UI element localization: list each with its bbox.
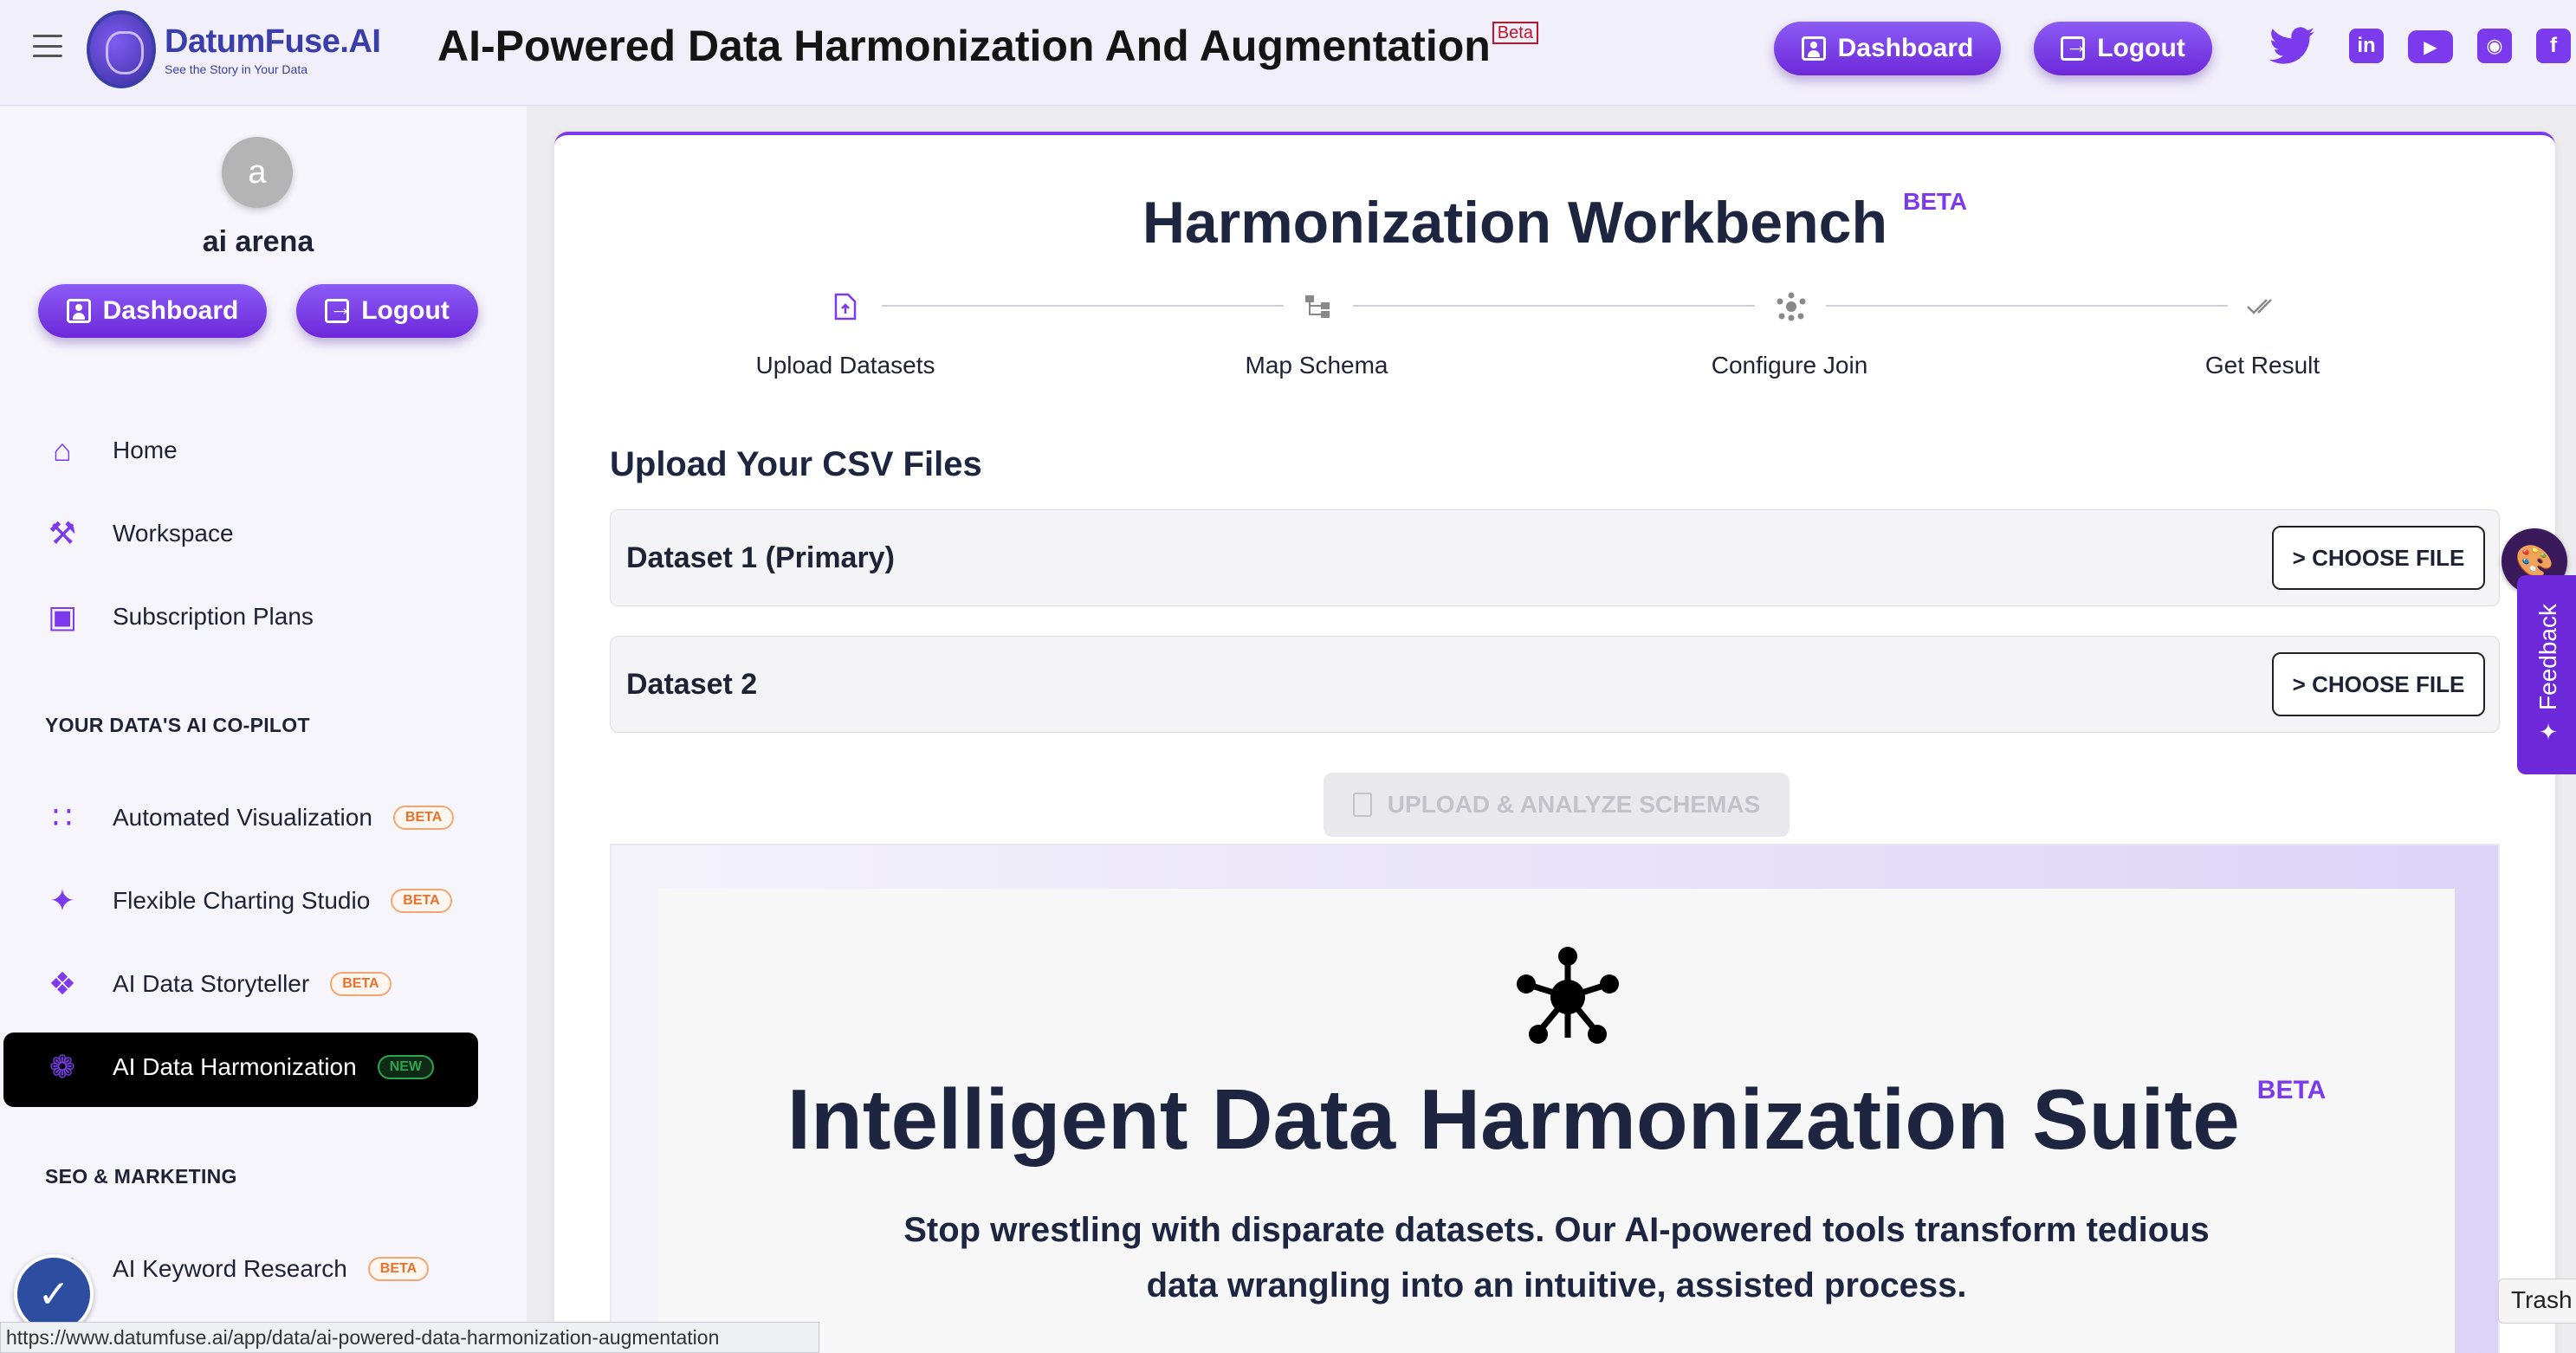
sidebar-item-label: Automated Visualization (113, 804, 372, 831)
tools-icon: ⚒ (48, 515, 77, 551)
trash-tooltip: Trash (2498, 1279, 2576, 1324)
dataset-1-choose-file-button[interactable]: > CHOOSE FILE (2272, 526, 2485, 590)
section-label-seo: SEO & MARKETING (45, 1165, 237, 1188)
dashboard-user-icon (66, 299, 91, 323)
avatar[interactable]: a (222, 137, 293, 208)
sidebar-item-label: Home (113, 437, 178, 463)
sidebar-logout-label: Logout (361, 296, 450, 325)
sidebar-item-ai-data-harmonization[interactable]: ❁ AI Data Harmonization NEW (42, 1046, 435, 1088)
user-name: ai arena (202, 225, 314, 258)
sidebar-item-label: Flexible Charting Studio (113, 887, 371, 914)
header-logout-label: Logout (2097, 34, 2185, 62)
sidebar-item-home[interactable]: ⌂ Home (42, 430, 178, 471)
facebook-icon[interactable]: f (2536, 29, 2571, 63)
sidebar-item-label: Subscription Plans (113, 603, 314, 630)
sidebar-item-subscription-plans[interactable]: ▣ Subscription Plans (42, 596, 314, 638)
sidebar-dashboard-label: Dashboard (102, 296, 239, 325)
upload-analyze-button[interactable]: UPLOAD & ANALYZE SCHEMAS (1324, 773, 1790, 837)
status-url: https://www.datumfuse.ai/app/data/ai-pow… (0, 1322, 819, 1353)
stepper-connector (1826, 305, 2228, 307)
sidebar-item-automated-visualization[interactable]: ∷ Automated Visualization BETA (42, 797, 455, 838)
hamburger-menu-icon[interactable] (33, 35, 62, 57)
brain-logo-icon (87, 10, 156, 88)
sidebar-logout-button[interactable]: Logout (296, 284, 478, 338)
magic-wand-icon: ✦ (49, 883, 76, 918)
hero-beta-badge: BETA (2256, 1076, 2327, 1104)
sidebar-item-workspace[interactable]: ⚒ Workspace (42, 513, 234, 554)
hub-icon (1514, 946, 1621, 1048)
hero-title-text: Intelligent Data Harmonization Suite (786, 1071, 2240, 1167)
stepper-connector (882, 305, 1284, 307)
sidebar-dashboard-button[interactable]: Dashboard (38, 284, 267, 338)
title-beta-badge: Beta (1492, 22, 1538, 44)
logout-icon (325, 295, 352, 323)
step-configure-join[interactable]: Configure Join (1634, 352, 1945, 379)
monitor-icon: ▣ (47, 599, 77, 634)
dataset-1-row: Dataset 1 (Primary) > CHOOSE FILE (610, 509, 2500, 606)
header-dashboard-button[interactable]: Dashboard (1774, 22, 2001, 75)
new-badge: NEW (377, 1055, 435, 1079)
workbench-title-text: Harmonization Workbench (1142, 190, 1887, 256)
dataset-2-label: Dataset 2 (626, 668, 758, 701)
beta-badge: BETA (391, 889, 452, 913)
brand-logo[interactable]: DatumFuse.AI See the Story in Your Data (87, 10, 381, 88)
sidebar-item-ai-data-storyteller[interactable]: ❖ AI Data Storyteller BETA (42, 963, 392, 1005)
hero-panel: Intelligent Data Harmonization Suite BETA… (658, 889, 2455, 1353)
upload-file-icon[interactable] (828, 289, 863, 324)
header-dashboard-label: Dashboard (1837, 34, 1974, 62)
harmonization-workbench-card: Harmonization Workbench BETA Upload Datas… (554, 132, 2555, 1353)
linkedin-icon[interactable]: in (2349, 29, 2384, 63)
sidebar-item-flexible-charting-studio[interactable]: ✦ Flexible Charting Studio BETA (42, 880, 452, 922)
hub-icon[interactable] (1774, 289, 1809, 324)
sparkle-icon: ✦ (2539, 718, 2558, 745)
sidebar-item-label: Workspace (113, 520, 234, 547)
step-map-schema[interactable]: Map Schema (1161, 352, 1472, 379)
hero-section: Intelligent Data Harmonization Suite BETA… (610, 844, 2500, 1353)
feedback-tab[interactable]: Feedback ✦ (2517, 575, 2576, 774)
dataset-2-choose-file-button[interactable]: > CHOOSE FILE (2272, 652, 2485, 716)
feedback-label: Feedback (2534, 604, 2561, 710)
hero-subtitle: Stop wrestling with disparate datasets. … (903, 1211, 2210, 1304)
scatter-icon: ∷ (52, 800, 73, 835)
step-upload-datasets[interactable]: Upload Datasets (689, 352, 1001, 379)
upload-heading: Upload Your CSV Files (610, 445, 982, 483)
book-icon: ❖ (48, 966, 77, 1001)
beta-badge: BETA (367, 1257, 430, 1281)
top-header: DatumFuse.AI See the Story in Your Data … (0, 0, 2576, 106)
twitter-icon[interactable] (2269, 26, 2314, 66)
schema-icon[interactable] (1301, 289, 1336, 324)
upload-file-icon (1352, 793, 1372, 817)
hero-title: Intelligent Data Harmonization Suite BETA (658, 1071, 2455, 1168)
workbench-beta-badge: BETA (1903, 188, 1968, 215)
stepper-connector (1353, 305, 1755, 307)
dashboard-user-icon (1801, 36, 1826, 61)
page-title-text: AI-Powered Data Harmonization And Augmen… (437, 22, 1491, 70)
sidebar-item-ai-keyword-research[interactable]: ⚿ AI Keyword Research BETA (42, 1248, 430, 1290)
brand-tagline: See the Story in Your Data (165, 62, 307, 76)
sidebar-item-label: AI Data Harmonization (113, 1053, 357, 1080)
brand-name: DatumFuse.AI (165, 23, 381, 60)
dataset-1-label: Dataset 1 (Primary) (626, 541, 895, 574)
sidebar-item-label: AI Keyword Research (113, 1255, 347, 1282)
sidebar-item-label: AI Data Storyteller (113, 970, 310, 997)
instagram-icon[interactable]: ◉ (2477, 29, 2512, 63)
sidebar: a ai arena Dashboard Logout ⌂ Home ⚒ Wor… (0, 107, 527, 1353)
dataset-2-row: Dataset 2 > CHOOSE FILE (610, 636, 2500, 733)
page-title: AI-Powered Data Harmonization And Augmen… (437, 21, 1538, 71)
upload-analyze-label: UPLOAD & ANALYZE SCHEMAS (1387, 791, 1761, 818)
section-label-copilot: YOUR DATA'S AI CO-PILOT (45, 714, 310, 736)
header-logout-button[interactable]: Logout (2034, 22, 2212, 75)
beta-badge: BETA (330, 972, 392, 996)
step-get-result[interactable]: Get Result (2107, 352, 2418, 379)
logout-icon (2061, 32, 2087, 61)
beta-badge: BETA (392, 806, 455, 830)
home-icon: ⌂ (53, 432, 72, 468)
hub-icon: ❁ (49, 1049, 76, 1084)
youtube-icon[interactable]: ▶ (2408, 30, 2453, 63)
double-check-icon[interactable] (2245, 289, 2280, 324)
workbench-title: Harmonization Workbench BETA (554, 188, 2555, 256)
